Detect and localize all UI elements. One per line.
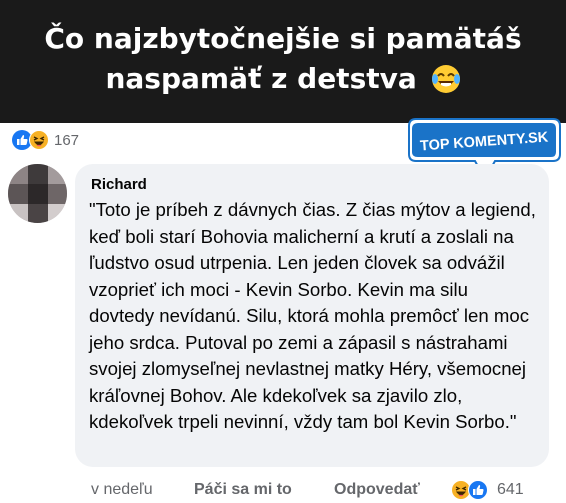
like-button[interactable]: Páči sa mi to xyxy=(194,481,334,499)
banner-title-line1: Čo najzbytočnejšie si pamätáš xyxy=(44,22,522,55)
banner-title-line2: naspamäť z detstva xyxy=(0,59,566,99)
comment-actions: v nedeľu Páči sa mi to Odpovedať 641 xyxy=(91,478,524,502)
reply-button[interactable]: Odpovedať xyxy=(334,481,451,499)
haha-icon xyxy=(29,130,49,150)
avatar[interactable] xyxy=(8,164,67,223)
comment-reaction-count: 641 xyxy=(497,481,524,498)
title-banner: Čo najzbytočnejšie si pamätáš naspamäť z… xyxy=(0,0,566,123)
reaction-count: 167 xyxy=(54,131,80,149)
like-icon xyxy=(468,480,488,500)
comment-reactions[interactable]: 641 xyxy=(451,480,524,500)
comment-bubble: Richard "Toto je príbeh z dávnych čias. … xyxy=(75,164,549,467)
comment-author[interactable]: Richard xyxy=(89,174,535,196)
post-reactions-summary[interactable]: 167 xyxy=(12,130,79,150)
tears-of-joy-icon xyxy=(431,65,460,93)
banner-title-line2-text: naspamäť z detstva xyxy=(105,62,417,95)
comment-timestamp[interactable]: v nedeľu xyxy=(91,481,194,499)
comment-text: "Toto je príbeh z dávnych čias. Z čias m… xyxy=(89,199,536,432)
